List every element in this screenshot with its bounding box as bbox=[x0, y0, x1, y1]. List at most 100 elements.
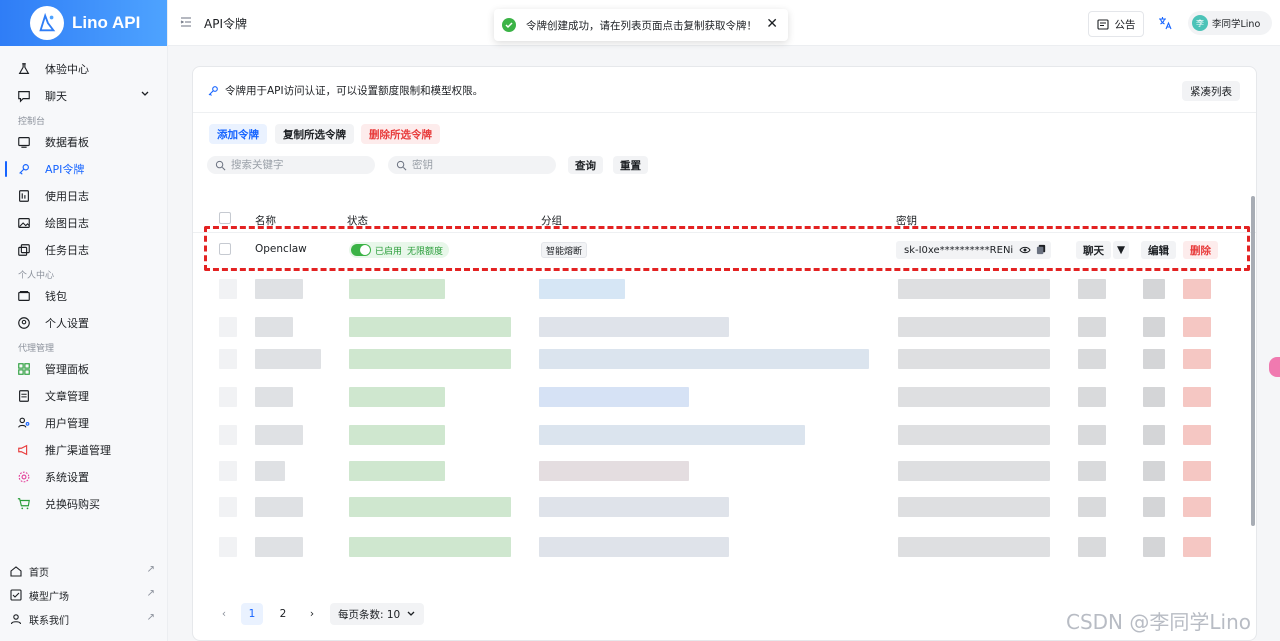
delete-button[interactable]: 删除 bbox=[1183, 241, 1218, 259]
sidebar-item-label: 绘图日志 bbox=[45, 217, 89, 230]
brand-header[interactable]: Lino API bbox=[0, 0, 167, 46]
next-page-button[interactable]: › bbox=[301, 603, 323, 625]
close-icon[interactable]: ✕ bbox=[766, 16, 778, 32]
card-description: 令牌用于API访问认证，可以设置额度限制和模型权限。 bbox=[207, 83, 483, 98]
sidebar-item-promotion-channel[interactable]: 推广渠道管理 bbox=[0, 438, 167, 462]
sidebar-item-chat[interactable]: 聊天 bbox=[0, 84, 167, 108]
watermark: CSDN @李同学Lino bbox=[1066, 610, 1251, 634]
group-tag: 智能熔断 bbox=[541, 242, 588, 258]
brand-name: Lino API bbox=[72, 13, 141, 32]
page-button-2[interactable]: 2 bbox=[272, 603, 294, 625]
row-checkbox[interactable] bbox=[219, 243, 231, 255]
sidebar-item-label: 文章管理 bbox=[45, 390, 89, 403]
key-search-input[interactable] bbox=[412, 159, 532, 171]
sidebar-item-draw-log[interactable]: 绘图日志 bbox=[0, 211, 167, 235]
keyword-search[interactable] bbox=[207, 156, 375, 174]
bottom-link-home[interactable]: 首页 ↗ bbox=[0, 560, 167, 582]
chat-button[interactable]: 聊天 bbox=[1076, 241, 1111, 259]
sidebar-item-dashboard[interactable]: 数据看板 bbox=[0, 130, 167, 154]
status-toggle[interactable] bbox=[351, 244, 371, 256]
edit-button[interactable]: 编辑 bbox=[1141, 241, 1176, 259]
status-text: 已启用 bbox=[375, 246, 403, 257]
user-name: 李同学Lino bbox=[1212, 19, 1261, 30]
sidebar-item-label: API令牌 bbox=[45, 163, 85, 176]
external-link-icon: ↗ bbox=[146, 564, 155, 575]
select-all-checkbox[interactable] bbox=[219, 212, 231, 224]
token-key-text: sk-I0xe**********RENi bbox=[904, 244, 1014, 256]
sidebar-item-system-settings[interactable]: 系统设置 bbox=[0, 465, 167, 489]
section-label-console: 控制台 bbox=[18, 117, 46, 127]
blurred-row bbox=[193, 537, 1256, 557]
column-header-status: 状态 bbox=[347, 215, 368, 227]
sidebar-item-label: 推广渠道管理 bbox=[45, 444, 111, 457]
notice-label: 公告 bbox=[1114, 18, 1136, 31]
grid-icon bbox=[17, 362, 31, 376]
token-card: 令牌用于API访问认证，可以设置额度限制和模型权限。 紧凑列表 添加令牌 复制所… bbox=[192, 66, 1257, 641]
page-button-1[interactable]: 1 bbox=[241, 603, 263, 625]
query-button[interactable]: 查询 bbox=[568, 156, 603, 174]
column-header-group: 分组 bbox=[541, 215, 562, 227]
checkbox-icon bbox=[10, 589, 22, 601]
chevron-down-icon[interactable] bbox=[140, 89, 150, 102]
eye-icon[interactable] bbox=[1019, 244, 1031, 256]
sidebar-item-task-log[interactable]: 任务日志 bbox=[0, 238, 167, 262]
cart-icon bbox=[17, 497, 31, 511]
copy-selected-tokens-button[interactable]: 复制所选令牌 bbox=[275, 124, 354, 144]
token-name: Openclaw bbox=[255, 243, 307, 255]
sidebar-collapse-icon[interactable] bbox=[180, 16, 192, 28]
search-icon bbox=[396, 160, 407, 170]
flask-icon bbox=[17, 62, 31, 76]
add-token-button[interactable]: 添加令牌 bbox=[209, 124, 267, 144]
prev-page-button[interactable]: ‹ bbox=[213, 603, 235, 625]
page-size-label: 每页条数: 10 bbox=[338, 608, 401, 621]
bottom-link-model-plaza[interactable]: 模型广场 ↗ bbox=[0, 584, 167, 606]
image-icon bbox=[17, 216, 31, 230]
users-icon bbox=[17, 416, 31, 430]
sidebar-item-redeem-purchase[interactable]: 兑换码购买 bbox=[0, 492, 167, 516]
sidebar-item-wallet[interactable]: 钱包 bbox=[0, 284, 167, 308]
caret-down-icon: ▼ bbox=[1116, 244, 1126, 256]
chat-dropdown-button[interactable]: ▼ bbox=[1113, 241, 1129, 259]
reset-button[interactable]: 重置 bbox=[613, 156, 648, 174]
bottom-link-contact[interactable]: 联系我们 ↗ bbox=[0, 608, 167, 630]
sidebar-item-label: 使用日志 bbox=[45, 190, 89, 203]
home-icon bbox=[10, 565, 22, 577]
sidebar-item-api-tokens[interactable]: API令牌 bbox=[0, 157, 167, 181]
sidebar-item-article-management[interactable]: 文章管理 bbox=[0, 384, 167, 408]
table-header: 名称 状态 分组 密钥 bbox=[193, 205, 1256, 233]
section-label-personal: 个人中心 bbox=[18, 271, 55, 281]
copy-icon[interactable] bbox=[1036, 244, 1047, 255]
notice-button[interactable]: 公告 bbox=[1088, 11, 1144, 37]
side-float-button[interactable] bbox=[1269, 357, 1280, 377]
quota-text: 无限额度 bbox=[407, 246, 444, 257]
page-size-select[interactable]: 每页条数: 10 bbox=[330, 603, 425, 625]
compact-list-button[interactable]: 紧凑列表 bbox=[1182, 81, 1240, 101]
sidebar-item-admin-panel[interactable]: 管理面板 bbox=[0, 357, 167, 381]
sidebar-item-playground[interactable]: 体验中心 bbox=[0, 57, 167, 81]
translate-icon[interactable] bbox=[1158, 16, 1172, 30]
external-link-icon: ↗ bbox=[146, 612, 155, 623]
sidebar-item-personal-settings[interactable]: 个人设置 bbox=[0, 311, 167, 335]
column-header-name: 名称 bbox=[255, 215, 276, 227]
table-row[interactable]: Openclaw 已启用 无限额度 智能熔断 sk-I0xe**********… bbox=[193, 235, 1256, 265]
sidebar-item-user-management[interactable]: 用户管理 bbox=[0, 411, 167, 435]
key-search[interactable] bbox=[388, 156, 556, 174]
sidebar-item-label: 兑换码购买 bbox=[45, 498, 100, 511]
avatar: 李 bbox=[1192, 15, 1208, 31]
column-header-key: 密钥 bbox=[896, 215, 917, 227]
delete-selected-tokens-button[interactable]: 删除所选令牌 bbox=[361, 124, 440, 144]
user-menu[interactable]: 李 李同学Lino bbox=[1188, 11, 1272, 35]
sidebar-item-usage-log[interactable]: 使用日志 bbox=[0, 184, 167, 208]
sidebar-item-label: 聊天 bbox=[45, 90, 67, 103]
blurred-row bbox=[193, 497, 1256, 517]
keyword-search-input[interactable] bbox=[231, 159, 351, 171]
blurred-row bbox=[193, 425, 1256, 445]
megaphone-icon bbox=[17, 443, 31, 457]
table-scrollbar[interactable] bbox=[1251, 196, 1255, 526]
bottom-link-label: 联系我们 bbox=[29, 615, 69, 627]
sidebar-item-label: 系统设置 bbox=[45, 471, 89, 484]
success-check-icon bbox=[502, 18, 516, 32]
blurred-row bbox=[193, 387, 1256, 407]
wallet-icon bbox=[17, 289, 31, 303]
notice-icon bbox=[1096, 19, 1109, 30]
